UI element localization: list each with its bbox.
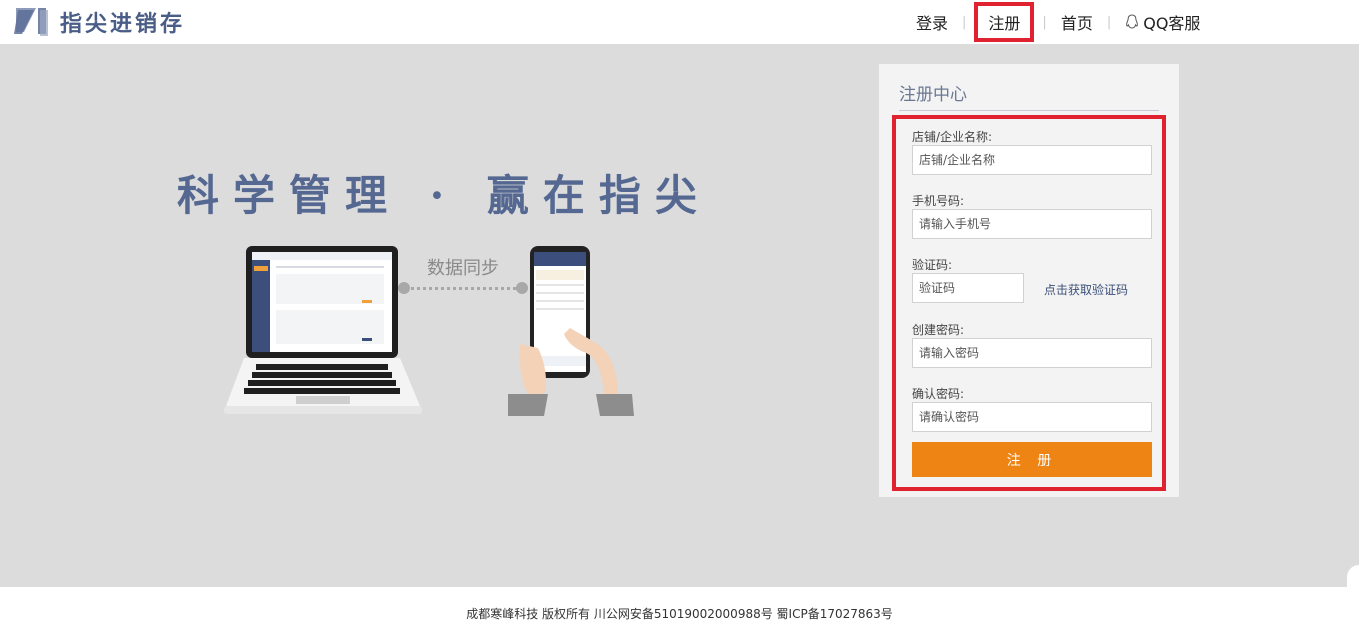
nav-login[interactable]: 登录 (912, 10, 952, 34)
phone-input[interactable] (912, 209, 1152, 239)
code-input[interactable] (912, 273, 1024, 303)
store-name-label: 店铺/企业名称: (912, 130, 993, 144)
sync-label: 数据同步 (427, 258, 499, 279)
panel-divider (899, 110, 1159, 111)
register-submit-button[interactable]: 注 册 (912, 442, 1152, 477)
qq-service-label: QQ客服 (1143, 14, 1201, 33)
hero-area: 科学管理 · 赢在指尖 数据同步 注册中心 店铺/企业名称: 店铺/企业名称 手… (0, 44, 1359, 587)
penguin-icon (1126, 14, 1139, 29)
footer: 成都寒峰科技 版权所有 川公网安备51019002000988号 蜀ICP备17… (0, 587, 1359, 634)
top-header: 指尖进销存 登录 | 注册 | 首页 | QQ客服 (0, 0, 1359, 44)
nav-register[interactable]: 注册 (974, 2, 1035, 42)
hero-slogan: 科学管理 · 赢在指尖 (177, 171, 711, 220)
laptop-illustration (224, 246, 422, 414)
top-nav: 登录 | 注册 | 首页 | QQ客服 (900, 0, 1204, 44)
phone-label: 手机号码: (912, 194, 965, 208)
nav-separator: | (1042, 14, 1047, 30)
confirm-password-input[interactable] (912, 402, 1152, 432)
nav-qq-service[interactable]: QQ客服 (1121, 10, 1204, 34)
store-name-input[interactable] (912, 145, 1152, 175)
logo-mark-icon (14, 8, 48, 36)
code-label: 验证码: (912, 258, 953, 272)
phone-illustration (508, 246, 634, 416)
footer-copyright: 成都寒峰科技 版权所有 川公网安备51019002000988号 蜀ICP备17… (466, 607, 893, 621)
logo[interactable]: 指尖进销存 (14, 4, 185, 40)
side-float-tab[interactable] (1347, 565, 1359, 605)
register-panel-title: 注册中心 (899, 85, 967, 105)
nav-separator: | (962, 14, 967, 30)
sync-line (404, 287, 522, 290)
logo-text: 指尖进销存 (60, 12, 186, 37)
nav-separator: | (1106, 14, 1112, 30)
confirm-password-label: 确认密码: (912, 387, 965, 401)
nav-home[interactable]: 首页 (1057, 10, 1097, 34)
password-input[interactable] (912, 338, 1152, 368)
password-label: 创建密码: (912, 323, 965, 337)
register-form: 店铺/企业名称: 手机号码: 验证码: 点击获取验证码 创建密码: 确认密码: … (892, 115, 1166, 491)
register-panel: 注册中心 店铺/企业名称: 手机号码: 验证码: 点击获取验证码 创建密码: 确… (879, 64, 1179, 497)
get-code-link[interactable]: 点击获取验证码 (1044, 281, 1128, 298)
